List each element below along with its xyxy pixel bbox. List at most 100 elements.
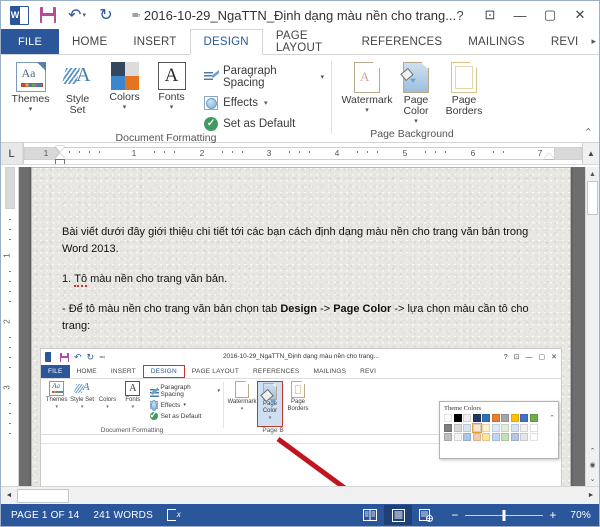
web-layout-view-button[interactable] (412, 505, 440, 525)
embedded-watermark-button: Watermark ▾ (227, 381, 257, 427)
vertical-scrollbar[interactable]: ▲ ⌃ ◉ ⌄ (585, 167, 599, 486)
horizontal-scroll-thumb[interactable] (17, 488, 69, 503)
tab-references[interactable]: REFERENCES (349, 29, 456, 54)
embedded-tab-file: FILE (41, 365, 70, 378)
redo-icon[interactable]: ↻ (96, 5, 116, 25)
tab-mailings[interactable]: MAILINGS (455, 29, 538, 54)
colors-dropdown-caret-icon[interactable]: ▾ (123, 104, 127, 111)
fonts-dropdown-caret-icon[interactable]: ▾ (170, 104, 174, 111)
status-left-group: PAGE 1 OF 14 241 WORDS x (1, 509, 181, 521)
zoom-in-button[interactable]: + (548, 508, 558, 522)
proofing-errors-icon[interactable]: x (166, 509, 181, 521)
color-swatch (520, 414, 528, 422)
page-borders-button[interactable]: Page Borders (440, 60, 488, 117)
set-as-default-icon (204, 117, 219, 131)
themes-button[interactable]: Aa Themes ▾ (7, 60, 54, 113)
color-swatch (463, 433, 471, 441)
vertical-scroll-track[interactable] (586, 181, 599, 444)
embedded-paragraph-spacing-label: Paragraph Spacing (160, 384, 191, 398)
tab-design[interactable]: DESIGN (189, 29, 263, 55)
themes-icon: Aa (15, 62, 46, 92)
set-as-default-button[interactable]: Set as Default (201, 116, 327, 132)
document-body-text[interactable]: Bài viết dưới đây giới thiệu chi tiết tớ… (32, 168, 570, 335)
paragraph-spacing-button[interactable]: Paragraph Spacing ▾ (201, 64, 327, 90)
misspelled-word: Tô (74, 273, 88, 287)
scroll-up-arrow-icon[interactable]: ▲ (586, 167, 599, 181)
save-icon[interactable] (38, 5, 58, 25)
maximize-icon[interactable]: ▢ (535, 2, 565, 28)
embedded-colors-label: Colors (98, 397, 117, 403)
tab-home[interactable]: HOME (59, 29, 120, 54)
vruler-number: 1 (2, 253, 12, 258)
horizontal-ruler[interactable]: 1 1 2 3 4 5 6 7 (23, 143, 582, 164)
next-page-icon[interactable]: ⌄ (586, 472, 599, 486)
zoom-slider-handle (502, 509, 506, 521)
vertical-ruler[interactable]: 1 2 3 (1, 167, 19, 486)
effects-button[interactable]: Effects ▾ (201, 95, 327, 111)
scroll-bottom-buttons: ⌃ ◉ ⌄ (586, 444, 599, 486)
style-set-button[interactable]: A Style Set (54, 60, 101, 116)
color-swatch (453, 423, 462, 432)
tab-insert[interactable]: INSERT (120, 29, 189, 54)
first-line-indent-marker[interactable] (55, 146, 65, 152)
color-swatch (472, 433, 481, 441)
undo-icon[interactable]: ↶ ▾ (67, 5, 87, 25)
watermark-button[interactable]: A Watermark ▾ (342, 60, 392, 114)
previous-page-icon[interactable]: ⌃ (586, 444, 599, 458)
title-bar: W ↶ ▾ ↻ ≕ 2016-10-29_NgaTTN_Định dạng màu… (1, 1, 599, 29)
word-count[interactable]: 241 WORDS (93, 510, 153, 521)
page-color-button[interactable]: Page Color ▾ (392, 60, 440, 125)
tab-stop-selector[interactable]: L (1, 143, 23, 164)
print-layout-view-button[interactable] (384, 505, 412, 525)
horizontal-scroll-track[interactable] (17, 488, 583, 503)
effects-caret-icon[interactable]: ▾ (264, 99, 268, 107)
scroll-right-arrow-icon[interactable]: ► (583, 488, 599, 504)
zoom-out-button[interactable]: − (450, 508, 460, 522)
colors-button[interactable]: Colors ▾ (101, 60, 148, 111)
embedded-window-controls: ? ⊡ — ▢ ✕ (504, 353, 561, 362)
select-browse-object-icon[interactable]: ◉ (586, 458, 599, 472)
vertical-scroll-thumb[interactable] (587, 181, 598, 215)
ribbon-tab-bar: FILE HOME INSERT DESIGN PAGE LAYOUT REFE… (1, 29, 599, 55)
color-swatch (491, 414, 500, 422)
customize-quick-access-icon[interactable]: ≕ (125, 5, 145, 25)
ribbon-display-options-icon[interactable]: ⊡ (475, 2, 505, 28)
tab-review[interactable]: REVI (538, 29, 592, 54)
embedded-paragraph-spacing-icon (149, 387, 159, 398)
fonts-button[interactable]: A Fonts ▾ (148, 60, 195, 111)
document-page[interactable]: Bài viết dưới đây giới thiệu chi tiết tớ… (31, 167, 571, 486)
page-color-dropdown-caret-icon[interactable]: ▾ (414, 118, 418, 125)
watermark-dropdown-caret-icon[interactable]: ▾ (365, 107, 369, 114)
tab-overflow-icon[interactable]: ▸ (591, 29, 599, 54)
word-logo-icon[interactable]: W (9, 5, 29, 25)
horizontal-scrollbar[interactable]: ◄ ► (1, 486, 599, 504)
minimize-icon[interactable]: — (505, 2, 535, 28)
embedded-page-borders-button: Page Borders (285, 381, 311, 427)
page-indicator[interactable]: PAGE 1 OF 14 (11, 510, 79, 521)
scroll-left-arrow-icon[interactable]: ◄ (1, 488, 17, 504)
embedded-watermark-icon (235, 381, 249, 398)
right-indent-marker[interactable] (544, 153, 554, 159)
collapse-ribbon-icon[interactable]: ⌃ (584, 126, 593, 139)
watermark-button-label: Watermark (341, 94, 393, 106)
document-canvas[interactable]: Bài viết dưới đây giới thiệu chi tiết tớ… (19, 167, 585, 486)
zoom-level[interactable]: 70% (563, 510, 591, 521)
embedded-group-document-formatting: Aa Themes ▾ A Style Set ▾ Colors ▾ A Fon… (41, 379, 223, 434)
embedded-quick-access-toolbar: ↶ ↻ ≕ (41, 352, 105, 362)
themes-dropdown-caret-icon[interactable]: ▾ (29, 106, 33, 113)
embedded-word-screenshot[interactable]: ↶ ↻ ≕ 2016-10-29_NgaTTN_Định dạng màu nề… (40, 348, 562, 486)
left-indent-marker[interactable] (55, 159, 65, 164)
paragraph-spacing-caret-icon[interactable]: ▾ (321, 73, 325, 81)
help-icon[interactable]: ? (445, 2, 475, 28)
instr-bold-design: Design (280, 303, 317, 315)
color-swatch (529, 423, 538, 432)
zoom-slider[interactable] (465, 509, 543, 521)
instr-bold-page-color: Page Color (333, 303, 392, 315)
scroll-up-icon[interactable]: ▲ (582, 143, 599, 164)
ruler-number: 4 (334, 148, 340, 158)
tab-page-layout[interactable]: PAGE LAYOUT (263, 29, 349, 54)
read-mode-icon (363, 509, 377, 521)
close-icon[interactable]: ✕ (565, 2, 595, 28)
read-mode-view-button[interactable] (356, 505, 384, 525)
tab-file[interactable]: FILE (1, 29, 60, 54)
